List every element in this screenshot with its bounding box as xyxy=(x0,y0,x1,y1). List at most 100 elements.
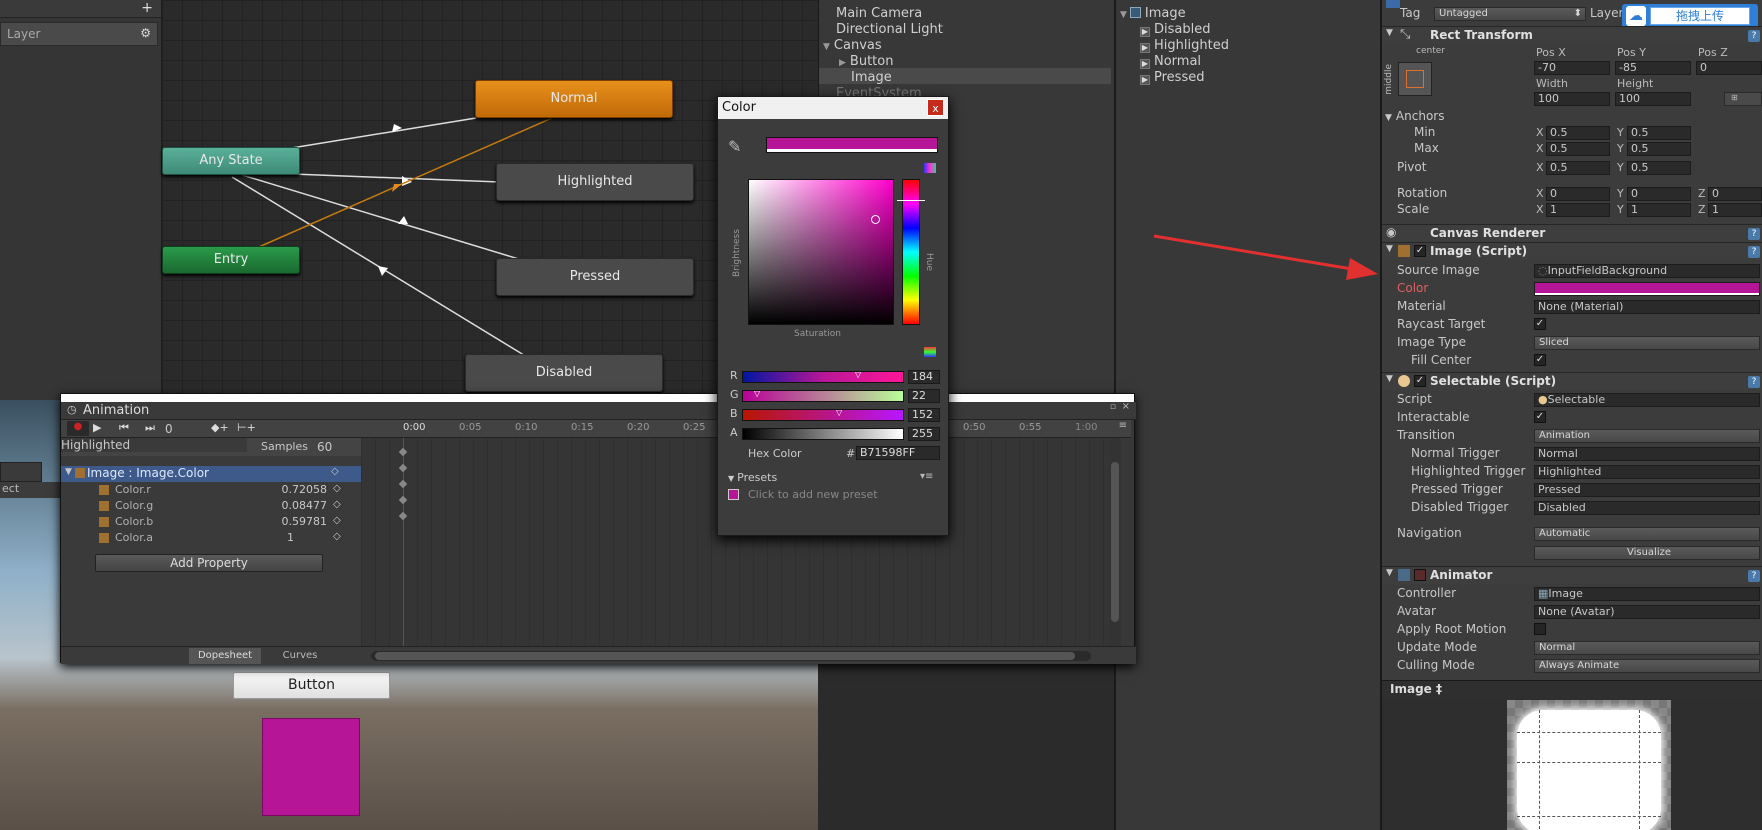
posy-field[interactable]: -85 xyxy=(1615,61,1691,75)
scale-z-field[interactable]: 1 xyxy=(1708,203,1762,217)
anim-clip-disabled[interactable]: ▶ Disabled xyxy=(1140,22,1210,37)
prev-keyframe-icon[interactable]: ⏮ xyxy=(119,421,129,435)
frame-field[interactable]: 0 xyxy=(165,422,199,436)
property-value[interactable]: 0.08477 xyxy=(257,499,328,512)
gear-icon[interactable]: ⚙ xyxy=(140,26,151,40)
property-value[interactable]: 1 xyxy=(287,531,357,544)
state-highlighted[interactable]: Highlighted xyxy=(496,163,694,201)
controller-field[interactable]: ▦Image xyxy=(1534,587,1760,601)
hierarchy-item-button[interactable]: ▶ Button xyxy=(839,54,893,69)
state-entry[interactable]: Entry xyxy=(162,246,300,274)
layer-row[interactable]: Layer ⚙ xyxy=(0,22,158,46)
color-field[interactable] xyxy=(1534,282,1760,296)
expand-arrow-icon[interactable]: ▼ xyxy=(1120,10,1127,20)
record-icon[interactable]: ● xyxy=(67,421,89,436)
menu-icon[interactable]: ≡ xyxy=(1119,420,1127,431)
upload-button[interactable]: 拖拽上传 xyxy=(1650,7,1750,25)
keyframe-toggle-icon[interactable]: ◇ xyxy=(333,499,341,510)
property-name[interactable]: Color.g xyxy=(115,499,153,512)
r-slider[interactable]: ▽ xyxy=(742,370,904,383)
anchor-preset-button[interactable] xyxy=(1398,62,1432,96)
keyframe[interactable] xyxy=(398,511,408,521)
material-field[interactable]: None (Material) xyxy=(1534,300,1760,314)
fill-center-checkbox[interactable]: ✓ xyxy=(1534,354,1546,366)
pressed-trigger-field[interactable]: Pressed xyxy=(1534,483,1760,497)
hue-marker[interactable] xyxy=(897,200,925,202)
image-type-dropdown[interactable]: Sliced xyxy=(1534,336,1760,350)
expand-arrow-icon[interactable]: ▼ xyxy=(1386,244,1393,254)
preset-swatch[interactable] xyxy=(728,489,739,500)
expand-arrow-icon[interactable]: ▼ xyxy=(1386,374,1393,384)
highlighted-trigger-field[interactable]: Highlighted xyxy=(1534,465,1760,479)
image-script-header[interactable]: ▼ ✓ Image (Script) ? xyxy=(1382,242,1762,260)
slider-thumb[interactable]: ▽ xyxy=(897,427,903,436)
navigation-dropdown[interactable]: Automatic xyxy=(1534,527,1760,541)
clip-dropdown[interactable]: Highlighted xyxy=(61,438,247,452)
width-field[interactable]: 100 xyxy=(1534,92,1610,106)
canvas-renderer-header[interactable]: ◉ Canvas Renderer ? xyxy=(1382,224,1762,242)
expand-arrow-icon[interactable]: ▼ xyxy=(728,474,734,483)
keyframe[interactable] xyxy=(398,495,408,505)
add-keyframe-icon[interactable]: ◆+ xyxy=(211,421,229,434)
state-any-state[interactable]: Any State xyxy=(162,147,300,175)
apply-root-motion-checkbox[interactable] xyxy=(1534,623,1546,635)
transition-dropdown[interactable]: Animation xyxy=(1534,429,1760,443)
r-field[interactable]: 184 xyxy=(908,370,940,384)
source-image-field[interactable]: ◌InputFieldBackground xyxy=(1534,264,1760,278)
visualize-button[interactable]: Visualize xyxy=(1534,546,1760,560)
vertical-scrollbar[interactable] xyxy=(1109,438,1121,646)
property-name[interactable]: Color.a xyxy=(115,531,153,544)
slider-thumb[interactable]: ▽ xyxy=(754,389,760,398)
g-field[interactable]: 22 xyxy=(908,389,940,403)
saturation-brightness-picker[interactable] xyxy=(748,179,894,325)
upload-widget[interactable]: ☁ 拖拽上传 xyxy=(1622,4,1758,28)
hierarchy-item-main-camera[interactable]: Main Camera xyxy=(836,6,922,21)
script-field[interactable]: ●Selectable xyxy=(1534,393,1760,407)
anchor-min-x-field[interactable]: 0.5 xyxy=(1546,126,1610,140)
selectable-header[interactable]: ▼ ✓ Selectable (Script) ? xyxy=(1382,372,1762,390)
state-pressed[interactable]: Pressed xyxy=(496,258,694,296)
state-normal[interactable]: Normal xyxy=(475,80,673,118)
picker-marker[interactable] xyxy=(870,215,880,225)
hierarchy-item-image[interactable]: Image xyxy=(851,70,892,85)
anchor-max-y-field[interactable]: 0.5 xyxy=(1627,142,1691,156)
maximize-icon[interactable]: ▫ xyxy=(1110,402,1116,412)
keyframe[interactable] xyxy=(398,447,408,457)
keyframe-toggle-icon[interactable]: ◇ xyxy=(333,531,341,542)
b-field[interactable]: 152 xyxy=(908,408,940,422)
anchors-row[interactable]: ▼ Anchors xyxy=(1385,109,1444,123)
help-icon[interactable]: ? xyxy=(1748,228,1760,240)
presets-header[interactable]: ▼ Presets xyxy=(728,471,777,484)
raycast-checkbox[interactable]: ✓ xyxy=(1534,318,1546,330)
a-slider[interactable]: ▽ xyxy=(742,427,904,440)
rotation-x-field[interactable]: 0 xyxy=(1546,187,1610,201)
scene-image[interactable] xyxy=(262,718,360,816)
animator-enabled-checkbox[interactable] xyxy=(1414,569,1426,581)
animator-header[interactable]: ▼ Animator ? xyxy=(1382,566,1762,584)
property-value[interactable]: 0.59781 xyxy=(257,515,328,528)
anim-clip-pressed[interactable]: ▶ Pressed xyxy=(1140,70,1204,85)
culling-mode-dropdown[interactable]: Always Animate xyxy=(1534,659,1760,673)
keyframe-toggle-icon[interactable]: ◇ xyxy=(331,466,339,477)
keyframe-toggle-icon[interactable]: ◇ xyxy=(333,483,341,494)
pivot-y-field[interactable]: 0.5 xyxy=(1627,161,1691,175)
eyedropper-icon[interactable]: ✎ xyxy=(728,137,741,156)
scrollbar-thumb[interactable] xyxy=(375,652,1075,660)
animation-tab-label[interactable]: Animation xyxy=(83,403,149,418)
color-mode-icon[interactable] xyxy=(924,163,936,173)
scene-button[interactable]: Button xyxy=(233,672,390,699)
rect-transform-header[interactable]: ▼ ⤡ Rect Transform ? xyxy=(1382,26,1762,44)
expand-arrow-icon[interactable]: ▼ xyxy=(823,42,830,52)
posx-field[interactable]: -70 xyxy=(1534,61,1610,75)
keyframe[interactable] xyxy=(398,463,408,473)
update-mode-dropdown[interactable]: Normal xyxy=(1534,641,1760,655)
presets-menu-icon[interactable]: ▾≡ xyxy=(920,471,933,482)
scale-x-field[interactable]: 1 xyxy=(1546,203,1610,217)
anim-tree-root[interactable]: ▼ Image xyxy=(1120,6,1186,21)
preview-header[interactable]: Image ‡ xyxy=(1382,680,1762,698)
slider-mode-icon[interactable] xyxy=(924,347,936,357)
add-preset-hint[interactable]: Click to add new preset xyxy=(748,488,878,501)
scene-tab[interactable] xyxy=(0,462,42,482)
posz-field[interactable]: 0 xyxy=(1696,61,1762,75)
add-property-button[interactable]: Add Property xyxy=(95,554,323,572)
